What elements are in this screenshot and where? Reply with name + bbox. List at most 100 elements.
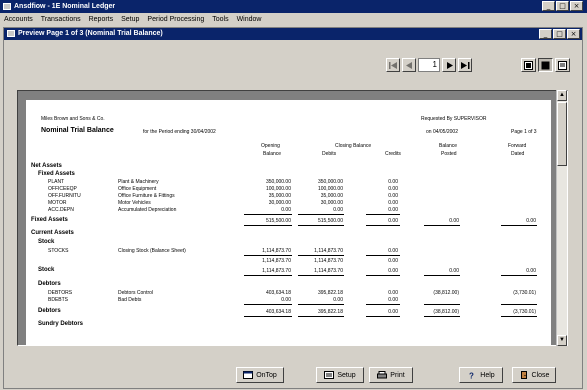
total-posted: (38,812.00) bbox=[433, 309, 459, 315]
scroll-up-button[interactable]: ▲ bbox=[557, 90, 567, 101]
account-code: BDEBTS bbox=[48, 297, 69, 303]
section-sundry-debtors: Sundry Debtors bbox=[38, 321, 84, 327]
rule bbox=[424, 316, 460, 317]
scroll-thumb[interactable] bbox=[557, 102, 567, 166]
menu-setup[interactable]: Setup bbox=[117, 16, 143, 23]
app-title-bar: Ansdfiow - 1E Nominal Ledger _ □ × bbox=[0, 0, 587, 13]
first-page-button[interactable] bbox=[386, 58, 400, 72]
total-credits: 0.00 bbox=[388, 218, 398, 224]
application-window: Ansdfiow - 1E Nominal Ledger _ □ × Accou… bbox=[0, 0, 587, 390]
total-dated: 0.00 bbox=[526, 218, 536, 224]
preview-canvas[interactable]: Miles Brown and Sons & Co. Requested By … bbox=[17, 90, 568, 346]
menu-reports[interactable]: Reports bbox=[85, 16, 118, 23]
scroll-down-button[interactable]: ▼ bbox=[557, 335, 567, 346]
debits-value: 0.00 bbox=[333, 207, 343, 213]
zoom-view-button[interactable] bbox=[555, 58, 570, 72]
total-label: Debtors bbox=[38, 308, 61, 314]
total-credits: 0.00 bbox=[388, 268, 398, 274]
close-app-button[interactable]: × bbox=[570, 1, 583, 11]
next-page-button[interactable] bbox=[442, 58, 456, 72]
account-description: Closing Stock (Balance Sheet) bbox=[118, 248, 186, 254]
debits-value: 35,000.00 bbox=[320, 193, 343, 199]
subtotal-credits: 0.00 bbox=[388, 258, 398, 264]
debits-value: 30,000.00 bbox=[320, 200, 343, 206]
previous-page-button[interactable] bbox=[402, 58, 416, 72]
preview-maximize-button[interactable]: □ bbox=[553, 29, 566, 39]
rule bbox=[501, 304, 537, 305]
rule bbox=[298, 255, 344, 256]
menu-window[interactable]: Window bbox=[233, 16, 266, 23]
close-button[interactable]: Close bbox=[512, 367, 556, 383]
total-opening: 515,500.00 bbox=[265, 218, 291, 224]
opening-value: 30,000.00 bbox=[268, 200, 291, 206]
page-width-view-button[interactable] bbox=[521, 58, 536, 72]
full-page-icon bbox=[541, 61, 550, 69]
preview-close-button[interactable]: × bbox=[567, 29, 580, 39]
last-page-button[interactable] bbox=[458, 58, 472, 72]
print-label: Print bbox=[390, 371, 405, 379]
page-width-icon bbox=[524, 60, 533, 70]
ontop-button[interactable]: OnTop bbox=[236, 367, 284, 383]
rule bbox=[366, 255, 400, 256]
help-label: Help bbox=[480, 371, 495, 379]
posted-value: (38,812.00) bbox=[433, 290, 459, 296]
opening-value: 403,634.18 bbox=[265, 290, 291, 296]
preview-toolbar: 1 bbox=[4, 41, 582, 85]
rule bbox=[298, 316, 344, 317]
page-number-input[interactable]: 1 bbox=[418, 58, 440, 72]
report-period: for the Period ending 30/04/2002 bbox=[143, 129, 216, 135]
ontop-label: OnTop bbox=[256, 371, 277, 379]
rule bbox=[244, 304, 292, 305]
preview-title-bar: Preview Page 1 of 3 (Nominal Trial Balan… bbox=[4, 28, 582, 40]
dated-value: (3,730.01) bbox=[513, 290, 536, 296]
col-closing-balance: Closing Balance bbox=[335, 143, 372, 149]
rule bbox=[244, 316, 292, 317]
setup-button[interactable]: Setup bbox=[316, 367, 364, 383]
section-fixed-assets: Fixed Assets bbox=[38, 171, 75, 177]
account-code: OFF.FURNITU bbox=[48, 193, 81, 199]
rule bbox=[366, 275, 400, 276]
total-label: Stock bbox=[38, 267, 55, 273]
account-code: ACC.DEPN bbox=[48, 207, 74, 213]
col-debits: Debits bbox=[322, 151, 337, 157]
app-icon bbox=[3, 3, 11, 10]
full-page-view-button[interactable] bbox=[538, 58, 553, 72]
account-description: Motor Vehicles bbox=[118, 200, 151, 206]
section-net-assets: Net Assets bbox=[31, 163, 62, 169]
next-page-icon bbox=[446, 61, 453, 69]
rule bbox=[244, 275, 292, 276]
credits-value: 0.00 bbox=[388, 248, 398, 254]
setup-icon bbox=[324, 371, 335, 379]
door-icon bbox=[520, 371, 527, 379]
print-button[interactable]: Print bbox=[369, 367, 413, 383]
opening-value: 0.00 bbox=[281, 297, 291, 303]
col-balance-2: Posted bbox=[441, 151, 457, 157]
menu-transactions[interactable]: Transactions bbox=[37, 16, 85, 23]
subtotal-debits: 1,114,873.70 bbox=[314, 258, 343, 264]
report-page-number: Page 1 of 3 bbox=[511, 129, 537, 135]
menu-period-processing[interactable]: Period Processing bbox=[143, 16, 208, 23]
vertical-scrollbar[interactable]: ▲ ▼ bbox=[556, 90, 567, 346]
company-name: Miles Brown and Sons & Co. bbox=[41, 116, 105, 122]
debits-value: 0.00 bbox=[333, 297, 343, 303]
account-description: Plant & Machinery bbox=[118, 179, 159, 185]
opening-value: 0.00 bbox=[281, 207, 291, 213]
total-dated: 0.00 bbox=[526, 268, 536, 274]
preview-minimize-button[interactable]: _ bbox=[539, 29, 552, 39]
first-page-icon bbox=[388, 61, 397, 69]
maximize-button[interactable]: □ bbox=[556, 1, 569, 11]
debits-value: 395,822.18 bbox=[317, 290, 343, 296]
rule bbox=[244, 214, 292, 215]
rule bbox=[424, 225, 460, 226]
account-description: Debtors Control bbox=[118, 290, 154, 296]
rule bbox=[298, 304, 344, 305]
preview-window: Preview Page 1 of 3 (Nominal Trial Balan… bbox=[3, 27, 583, 389]
help-button[interactable]: ? Help bbox=[459, 367, 503, 383]
minimize-button[interactable]: _ bbox=[542, 1, 555, 11]
menu-accounts[interactable]: Accounts bbox=[0, 16, 37, 23]
previous-page-icon bbox=[405, 61, 412, 69]
zoom-icon bbox=[558, 60, 567, 70]
rule bbox=[501, 316, 537, 317]
section-stock: Stock bbox=[38, 239, 55, 245]
menu-tools[interactable]: Tools bbox=[208, 16, 232, 23]
